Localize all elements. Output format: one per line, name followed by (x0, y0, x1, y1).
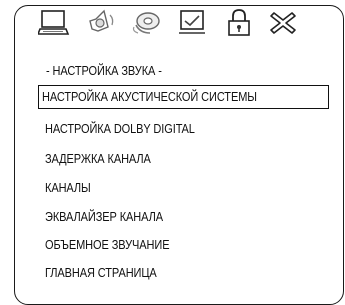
menu-item-home[interactable]: ГЛАВНАЯ СТРАНИЦА (45, 266, 157, 280)
menu-item-speaker-setup[interactable]: НАСТРОЙКА АКУСТИЧЕСКОЙ СИСТЕМЫ (42, 90, 257, 104)
menu-item-surround-sound[interactable]: ОБЪЕМНОЕ ЗВУЧАНИЕ (45, 238, 170, 252)
menu-title: - НАСТРОЙКА ЗВУКА - (46, 64, 162, 78)
audio-settings-menu: - НАСТРОЙКА ЗВУКА - НАСТРОЙКА АКУСТИЧЕСК… (0, 0, 345, 289)
menu-item-channel-equalizer[interactable]: ЭКВАЛАЙЗЕР КАНАЛА (45, 210, 163, 224)
menu-item-dolby-digital[interactable]: НАСТРОЙКА DOLBY DIGITAL (45, 122, 195, 136)
menu-item-channel-delay[interactable]: ЗАДЕРЖКА КАНАЛА (45, 152, 151, 166)
menu-item-channels[interactable]: КАНАЛЫ (45, 181, 91, 195)
